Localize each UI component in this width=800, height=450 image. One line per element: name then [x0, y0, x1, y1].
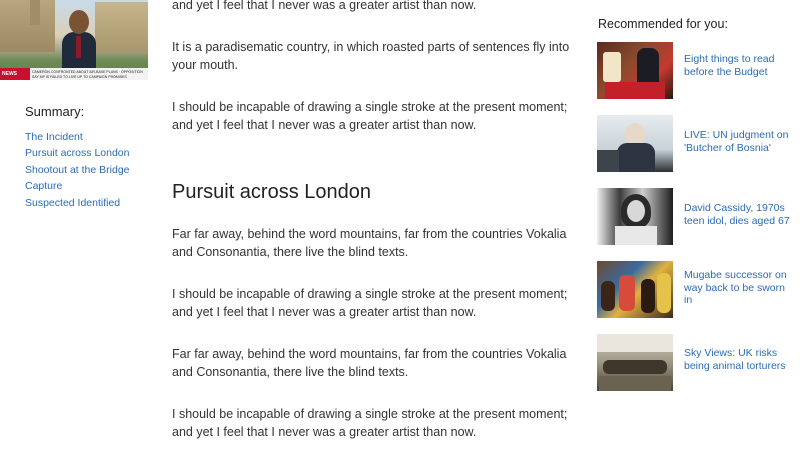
recommended-item[interactable]: Mugabe successor on way back to be sworn… [597, 261, 800, 319]
recommended-link[interactable]: Sky Views: UK risks being animal torture… [684, 347, 796, 372]
recommended-item[interactable]: Sky Views: UK risks being animal torture… [597, 334, 800, 392]
video-thumbnail[interactable]: NEWS REFORM CAMERON CONFRONTED ABOUT AIR… [0, 0, 148, 80]
recommended-item[interactable]: Eight things to read before the Budget [597, 42, 800, 100]
recommended-link[interactable]: David Cassidy, 1970s teen idol, dies age… [684, 202, 796, 227]
recommended-item[interactable]: David Cassidy, 1970s teen idol, dies age… [597, 188, 800, 246]
section-heading: Pursuit across London [172, 181, 372, 203]
recommended-heading: Recommended for you: [598, 17, 728, 31]
recommended-item[interactable]: LIVE: UN judgment on 'Butcher of Bosnia' [597, 115, 800, 173]
recommended-thumbnail[interactable] [597, 188, 673, 245]
recommended-link[interactable]: Eight things to read before the Budget [684, 53, 796, 78]
recommended-thumbnail[interactable] [597, 334, 673, 391]
recommended-link[interactable]: LIVE: UN judgment on 'Butcher of Bosnia' [684, 129, 796, 154]
presenter-head [69, 10, 89, 34]
article-paragraph: I should be incapable of drawing a singl… [172, 100, 568, 132]
article-paragraph: I should be incapable of drawing a singl… [172, 407, 568, 439]
ticker-tag: NEWS REFORM [0, 68, 30, 80]
summary-link-capture[interactable]: Capture [25, 178, 155, 194]
building-image [95, 2, 148, 52]
summary-nav: Summary: The Incident Pursuit across Lon… [25, 104, 155, 211]
recommended-thumbnail[interactable] [597, 261, 673, 318]
recommended-link[interactable]: Mugabe successor on way back to be sworn… [684, 269, 796, 307]
parliament-building-image [0, 0, 55, 52]
ticker-text: CAMERON CONFRONTED ABOUT AIR-BASE PLANS … [32, 70, 143, 79]
article-paragraph: and yet I feel that I never was a greate… [172, 0, 477, 12]
summary-link-shootout[interactable]: Shootout at the Bridge [25, 162, 155, 178]
presenter-tie [76, 36, 81, 58]
recommended-thumbnail[interactable] [597, 115, 673, 172]
summary-link-incident[interactable]: The Incident [25, 129, 155, 145]
tower-image [30, 0, 40, 25]
summary-heading: Summary: [25, 104, 85, 119]
article-paragraph: Far far away, behind the word mountains,… [172, 227, 567, 259]
recommended-thumbnail[interactable] [597, 42, 673, 99]
article-paragraph: I should be incapable of drawing a singl… [172, 287, 568, 319]
summary-link-pursuit[interactable]: Pursuit across London [25, 145, 155, 161]
summary-link-suspected[interactable]: Suspected Identified [25, 195, 155, 211]
article-paragraph: Far far away, behind the word mountains,… [172, 347, 567, 379]
article-paragraph: It is a paradisematic country, in which … [172, 40, 570, 72]
